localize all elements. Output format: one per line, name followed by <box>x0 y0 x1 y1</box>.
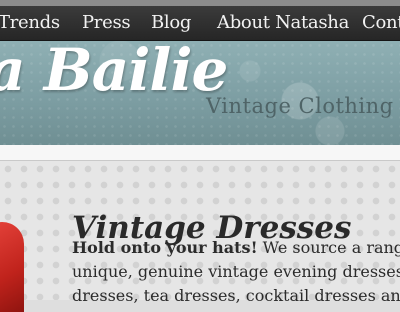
site-tagline: Vintage Clothing C <box>206 94 400 118</box>
nav-link-trends[interactable]: Trends <box>0 10 60 36</box>
intro-line-3: dresses, tea dresses, cocktail dresses a… <box>72 286 400 305</box>
nav-link-about-natasha[interactable]: About Natasha <box>217 10 349 36</box>
intro-text: We source a range <box>257 238 400 257</box>
intro-paragraph: Hold onto your hats! We source a range u… <box>72 236 400 308</box>
intro-line-1: Hold onto your hats! We source a range <box>72 236 400 260</box>
intro-bold-text: Hold onto your hats! <box>72 238 258 257</box>
site-logo-title[interactable]: a Bailie <box>0 40 228 100</box>
intro-line-2: unique, genuine vintage evening dresses <box>72 262 400 281</box>
red-dress-image <box>0 222 24 312</box>
nav-link-blog[interactable]: Blog <box>151 10 191 36</box>
nav-link-press[interactable]: Press <box>82 10 131 36</box>
nav-link-contact[interactable]: Cont <box>362 10 400 36</box>
banner-divider <box>0 145 400 161</box>
